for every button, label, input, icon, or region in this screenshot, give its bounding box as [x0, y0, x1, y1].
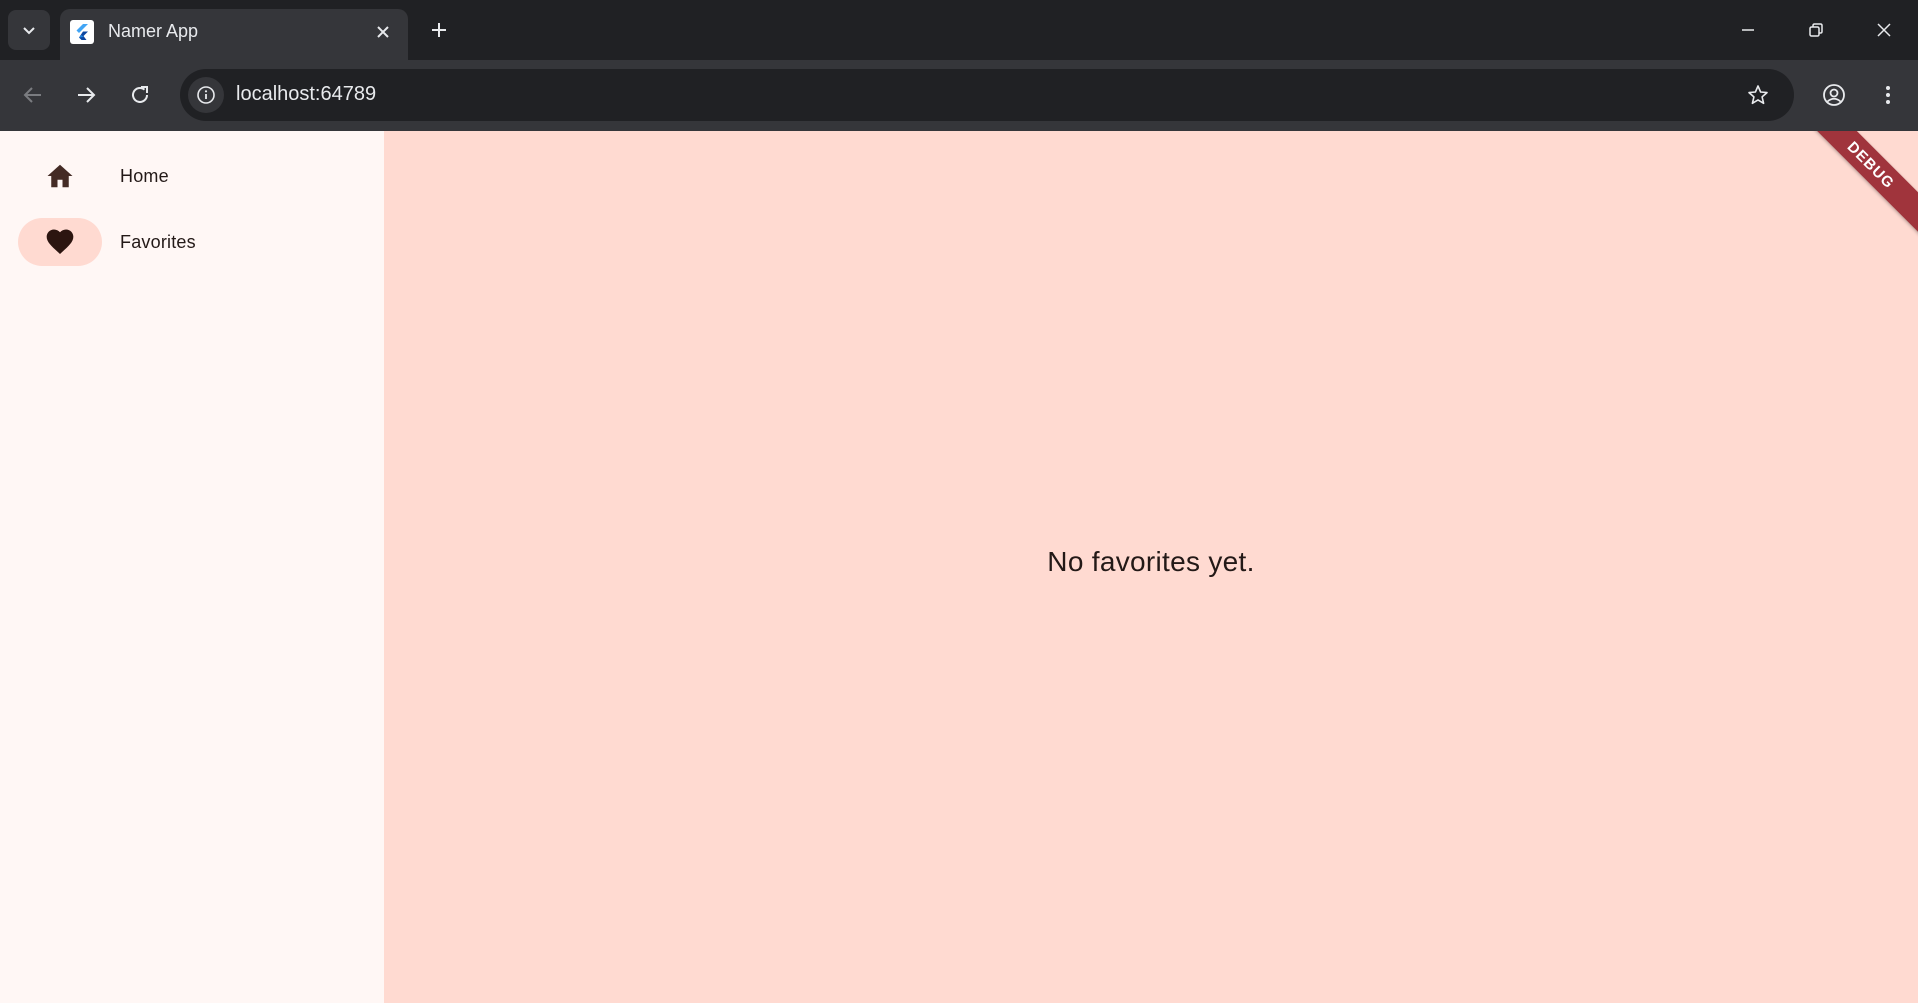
- reload-icon: [132, 86, 148, 103]
- heart-icon: [46, 229, 74, 254]
- close-window-button[interactable]: [1864, 10, 1904, 50]
- navigation-rail: Home Favorites: [0, 131, 384, 1003]
- profile-icon: [1823, 84, 1845, 106]
- close-icon: [377, 26, 389, 38]
- app-viewport: Home Favorites No favorites yet. DEBUG: [0, 131, 1918, 1003]
- tab-close-button[interactable]: [370, 19, 396, 45]
- kebab-menu-icon: [1886, 86, 1890, 104]
- back-button[interactable]: [15, 77, 51, 113]
- restore-button[interactable]: [1796, 10, 1836, 50]
- rail-item-favorites[interactable]: Favorites: [18, 218, 338, 266]
- tab-strip: Namer App: [0, 0, 1918, 60]
- info-icon: [197, 86, 215, 104]
- chevron-down-icon: [23, 27, 35, 35]
- rail-item-label: Home: [120, 165, 169, 186]
- address-bar[interactable]: localhost:64789: [180, 69, 1794, 121]
- restore-icon: [1809, 23, 1823, 37]
- close-icon: [1877, 23, 1891, 37]
- forward-button[interactable]: [68, 77, 104, 113]
- url-text[interactable]: localhost:64789: [236, 83, 376, 106]
- profile-button[interactable]: [1816, 77, 1852, 113]
- minimize-button[interactable]: [1728, 10, 1768, 50]
- minimize-icon: [1742, 29, 1754, 31]
- empty-favorites-message: No favorites yet.: [1047, 546, 1255, 577]
- star-icon: [1748, 85, 1768, 105]
- arrow-left-icon: [23, 87, 41, 103]
- tab-search-button[interactable]: [8, 10, 50, 50]
- rail-icon-container: [18, 152, 102, 200]
- bookmark-button[interactable]: [1742, 79, 1774, 111]
- browser-menu-button[interactable]: [1870, 77, 1906, 113]
- arrow-right-icon: [78, 87, 96, 103]
- site-info-button[interactable]: [188, 77, 224, 113]
- active-tab[interactable]: Namer App: [60, 9, 408, 60]
- new-tab-button[interactable]: [424, 15, 454, 45]
- browser-toolbar: localhost:64789: [0, 60, 1918, 131]
- rail-item-label: Favorites: [120, 231, 196, 252]
- selected-indicator: [18, 218, 102, 266]
- plus-icon: [432, 23, 446, 37]
- tab-title: Namer App: [108, 21, 199, 41]
- rail-item-home[interactable]: Home: [18, 152, 338, 200]
- favorites-page: No favorites yet.: [384, 131, 1918, 1003]
- reload-button[interactable]: [122, 77, 158, 113]
- home-icon: [47, 164, 73, 188]
- flutter-icon: [70, 20, 94, 44]
